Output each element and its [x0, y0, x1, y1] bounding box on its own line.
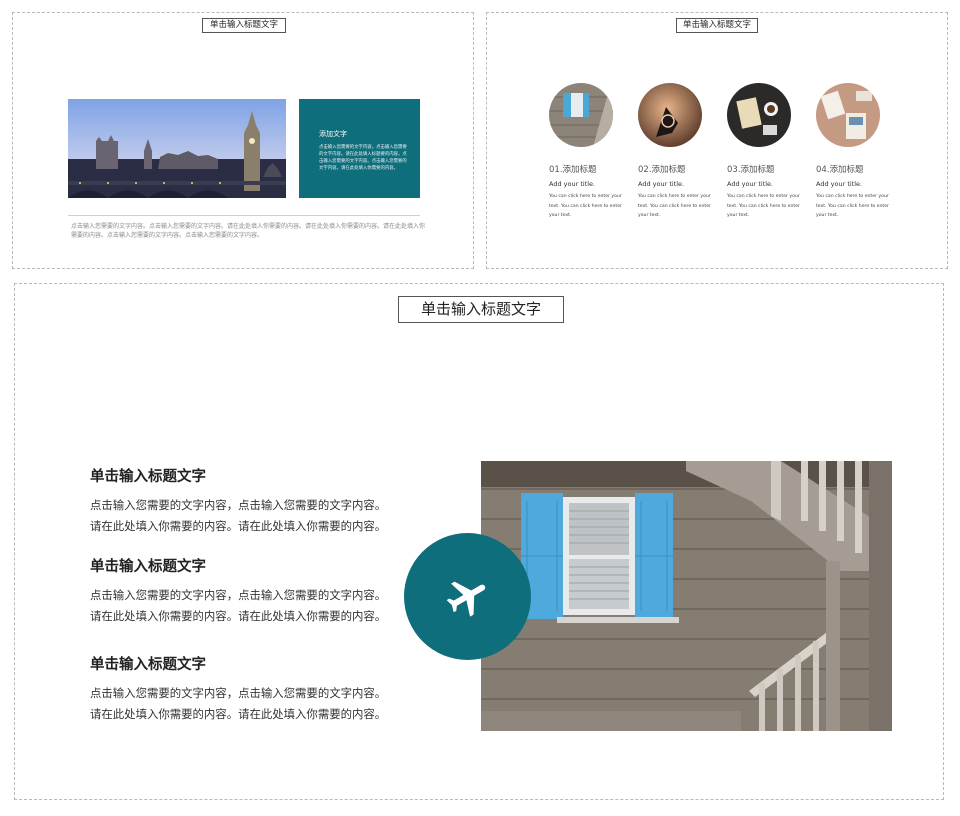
- item-title: 01.添加标题: [549, 165, 597, 175]
- notebook-coffee-thumb: [727, 83, 791, 147]
- item-body: You can click here to enter your text. Y…: [816, 194, 889, 218]
- slide-title[interactable]: 单击输入标题文字: [202, 18, 286, 33]
- section-body[interactable]: 点击输入您需要的文字内容，点击输入您需要的文字内容。 请在此处填入你需要的内容。…: [90, 585, 410, 627]
- london-skyline-photo: [68, 99, 286, 198]
- blue-window-thumb: [549, 83, 613, 147]
- feature-column: 04.添加标题 Add your title. You can click he…: [816, 83, 896, 221]
- card-body: 点击输入您需要的文字内容。点击输入您需要的文字内容。请在此处填入标题要的内容。点…: [319, 145, 407, 171]
- section-heading[interactable]: 单击输入标题文字: [90, 555, 410, 576]
- divider: [68, 215, 420, 216]
- feature-column: 01.添加标题 Add your title. You can click he…: [549, 83, 629, 221]
- section-line: 请在此处填入你需要的内容。请在此处填入你需要的内容。: [90, 707, 387, 721]
- item-body: You can click here to enter your text. Y…: [638, 194, 711, 218]
- main-slide[interactable]: 单击输入标题文字 单击输入标题文字 点击输入您需要的文字内容，点击输入您需要的文…: [14, 283, 944, 800]
- section-body[interactable]: 点击输入您需要的文字内容，点击输入您需要的文字内容。 请在此处填入你需要的内容。…: [90, 495, 410, 537]
- feature-column: 02.添加标题 Add your title. You can click he…: [638, 83, 718, 221]
- section-line: 点击输入您需要的文字内容，点击输入您需要的文字内容。: [90, 588, 387, 602]
- section-line: 请在此处填入你需要的内容。请在此处填入你需要的内容。: [90, 609, 387, 623]
- text-section: 单击输入标题文字 点击输入您需要的文字内容，点击输入您需要的文字内容。 请在此处…: [90, 555, 410, 627]
- airplane-icon: [446, 581, 485, 617]
- item-title: 02.添加标题: [638, 165, 686, 175]
- item-subtitle: Add your title.: [727, 180, 774, 188]
- section-line: 点击输入您需要的文字内容，点击输入您需要的文字内容。: [90, 498, 387, 512]
- section-line: 请在此处填入你需要的内容。请在此处填入你需要的内容。: [90, 519, 387, 533]
- slide-title[interactable]: 单击输入标题文字: [398, 296, 564, 323]
- slide-thumbnail-2[interactable]: 单击输入标题文字 01.添加标题 Add your title. You can…: [486, 12, 948, 269]
- description-text: 点击输入您需要的文字内容。点击输入您需要的文字内容。请在此处填入你需要的内容。请…: [71, 223, 426, 239]
- text-section: 单击输入标题文字 点击输入您需要的文字内容，点击输入您需要的文字内容。 请在此处…: [90, 653, 410, 725]
- desk-magazines-thumb: [816, 83, 880, 147]
- feature-column: 03.添加标题 Add your title. You can click he…: [727, 83, 807, 221]
- item-subtitle: Add your title.: [638, 180, 685, 188]
- airplane-badge: [404, 533, 531, 660]
- section-line: 点击输入您需要的文字内容，点击输入您需要的文字内容。: [90, 686, 387, 700]
- item-title: 03.添加标题: [727, 165, 775, 175]
- item-title: 04.添加标题: [816, 165, 864, 175]
- item-body: You can click here to enter your text. Y…: [727, 194, 800, 218]
- section-heading[interactable]: 单击输入标题文字: [90, 653, 410, 674]
- slide-title[interactable]: 单击输入标题文字: [676, 18, 758, 33]
- item-subtitle: Add your title.: [549, 180, 596, 188]
- text-section: 单击输入标题文字 点击输入您需要的文字内容，点击输入您需要的文字内容。 请在此处…: [90, 465, 410, 537]
- item-subtitle: Add your title.: [816, 180, 863, 188]
- text-card[interactable]: 添加文字 点击输入您需要的文字内容。点击输入您需要的文字内容。请在此处填入标题要…: [299, 99, 420, 198]
- ornament-thumb: [638, 83, 702, 147]
- wooden-house-window-photo: [481, 461, 892, 731]
- slide-thumbnail-1[interactable]: 单击输入标题文字 添加文字 点击输入您需要的文字内容。点击输入您需要的文字内容。…: [12, 12, 474, 269]
- card-heading: 添加文字: [319, 130, 347, 138]
- section-body[interactable]: 点击输入您需要的文字内容，点击输入您需要的文字内容。 请在此处填入你需要的内容。…: [90, 683, 410, 725]
- item-body: You can click here to enter your text. Y…: [549, 194, 622, 218]
- section-heading[interactable]: 单击输入标题文字: [90, 465, 410, 486]
